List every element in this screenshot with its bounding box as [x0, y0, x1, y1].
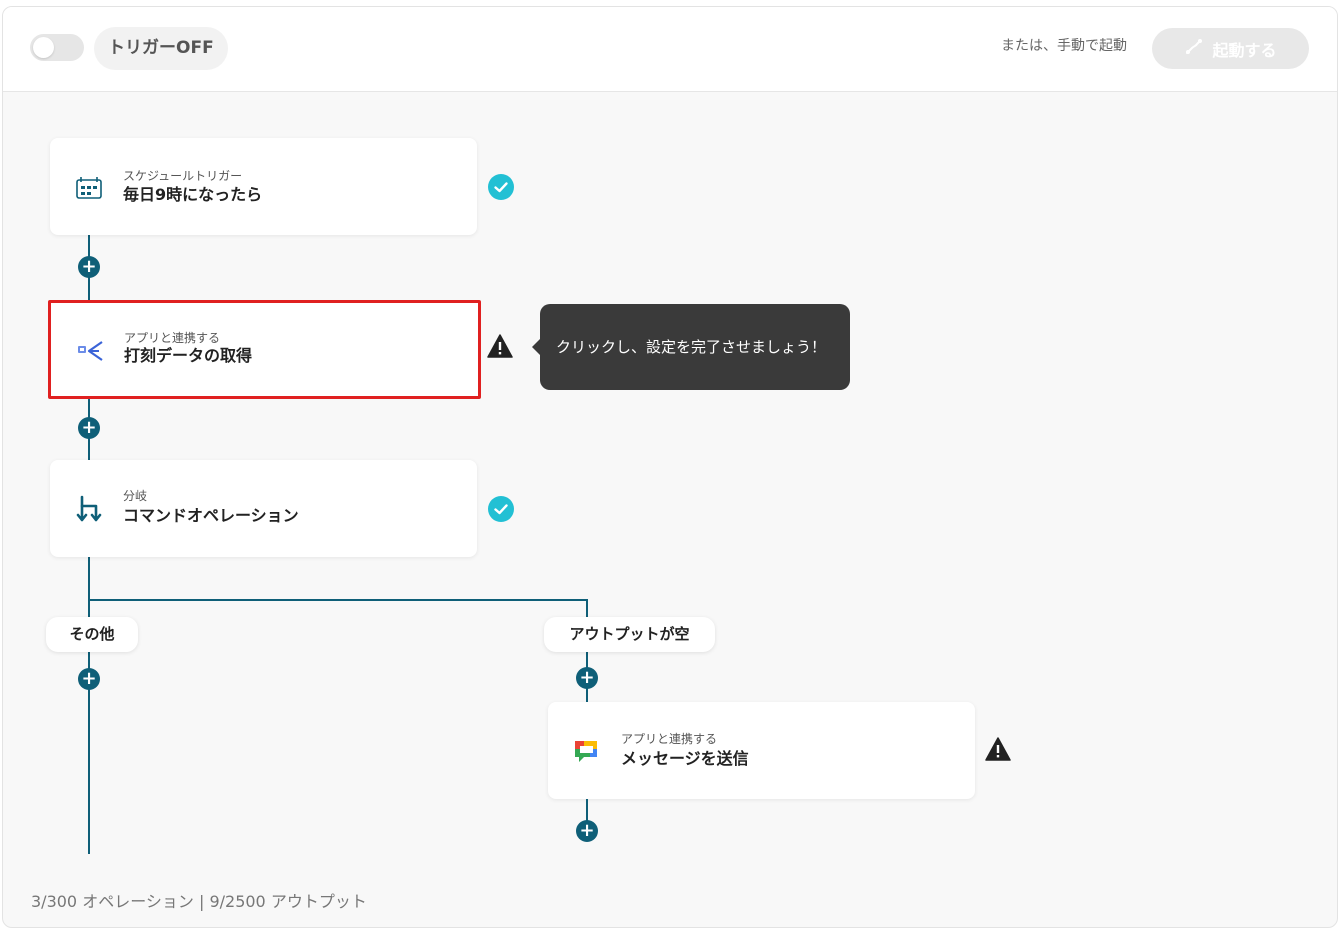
branch-icon: [74, 494, 104, 524]
step-branch-command[interactable]: 分岐 コマンドオペレーション: [50, 460, 477, 557]
toggle-knob: [33, 37, 54, 58]
branch-connector: [88, 599, 588, 601]
add-step-button[interactable]: +: [78, 256, 100, 278]
add-step-button[interactable]: +: [576, 820, 598, 842]
setup-tooltip: クリックし、設定を完了させましょう！: [532, 304, 850, 390]
step-title: 毎日9時になったら: [123, 185, 263, 204]
start-button[interactable]: 起動する: [1152, 28, 1309, 69]
flow-editor: トリガーOFF または、手動で起動 起動する スケジュールトリガー 毎日9時にな…: [2, 6, 1338, 928]
usage-summary: 3/300 オペレーション | 9/2500 アウトプット: [31, 892, 367, 911]
step-schedule-trigger[interactable]: スケジュールトリガー 毎日9時になったら: [50, 138, 477, 235]
step4-connector: [586, 799, 588, 819]
complete-check-icon: [488, 496, 514, 522]
start-icon: [1184, 37, 1204, 61]
step-title: 打刻データの取得: [124, 346, 253, 365]
warning-icon: [487, 334, 513, 358]
add-step-button[interactable]: +: [576, 667, 598, 689]
step-send-message[interactable]: アプリと連携する メッセージを送信: [548, 702, 975, 799]
step-subtitle: アプリと連携する: [621, 732, 718, 746]
step-subtitle: 分岐: [123, 489, 148, 503]
step-title: コマンドオペレーション: [123, 506, 299, 525]
trigger-toggle[interactable]: [30, 34, 84, 61]
warning-icon: [985, 737, 1011, 761]
top-bar: トリガーOFF または、手動で起動 起動する: [3, 7, 1337, 92]
calendar-clock-icon: [74, 173, 104, 203]
complete-check-icon: [488, 174, 514, 200]
manual-start-text: または、手動で起動: [1001, 38, 1127, 54]
step-subtitle: スケジュールトリガー: [123, 169, 243, 183]
flow-canvas: スケジュールトリガー 毎日9時になったら + アプリと連携する 打刻データの取得…: [3, 92, 1337, 927]
step-get-attendance-data[interactable]: アプリと連携する 打刻データの取得: [48, 300, 481, 399]
step-subtitle: アプリと連携する: [124, 331, 221, 345]
attendance-app-icon: [75, 336, 105, 366]
trigger-status-label: トリガーOFF: [94, 27, 228, 70]
google-chat-icon: [572, 737, 602, 767]
start-button-label: 起動する: [1212, 40, 1277, 60]
step-title: メッセージを送信: [621, 749, 749, 768]
add-step-button[interactable]: +: [78, 668, 100, 690]
add-step-button[interactable]: +: [78, 417, 100, 439]
branch-label-empty-output[interactable]: アウトプットが空: [544, 617, 715, 652]
branch-label-other[interactable]: その他: [46, 617, 138, 652]
